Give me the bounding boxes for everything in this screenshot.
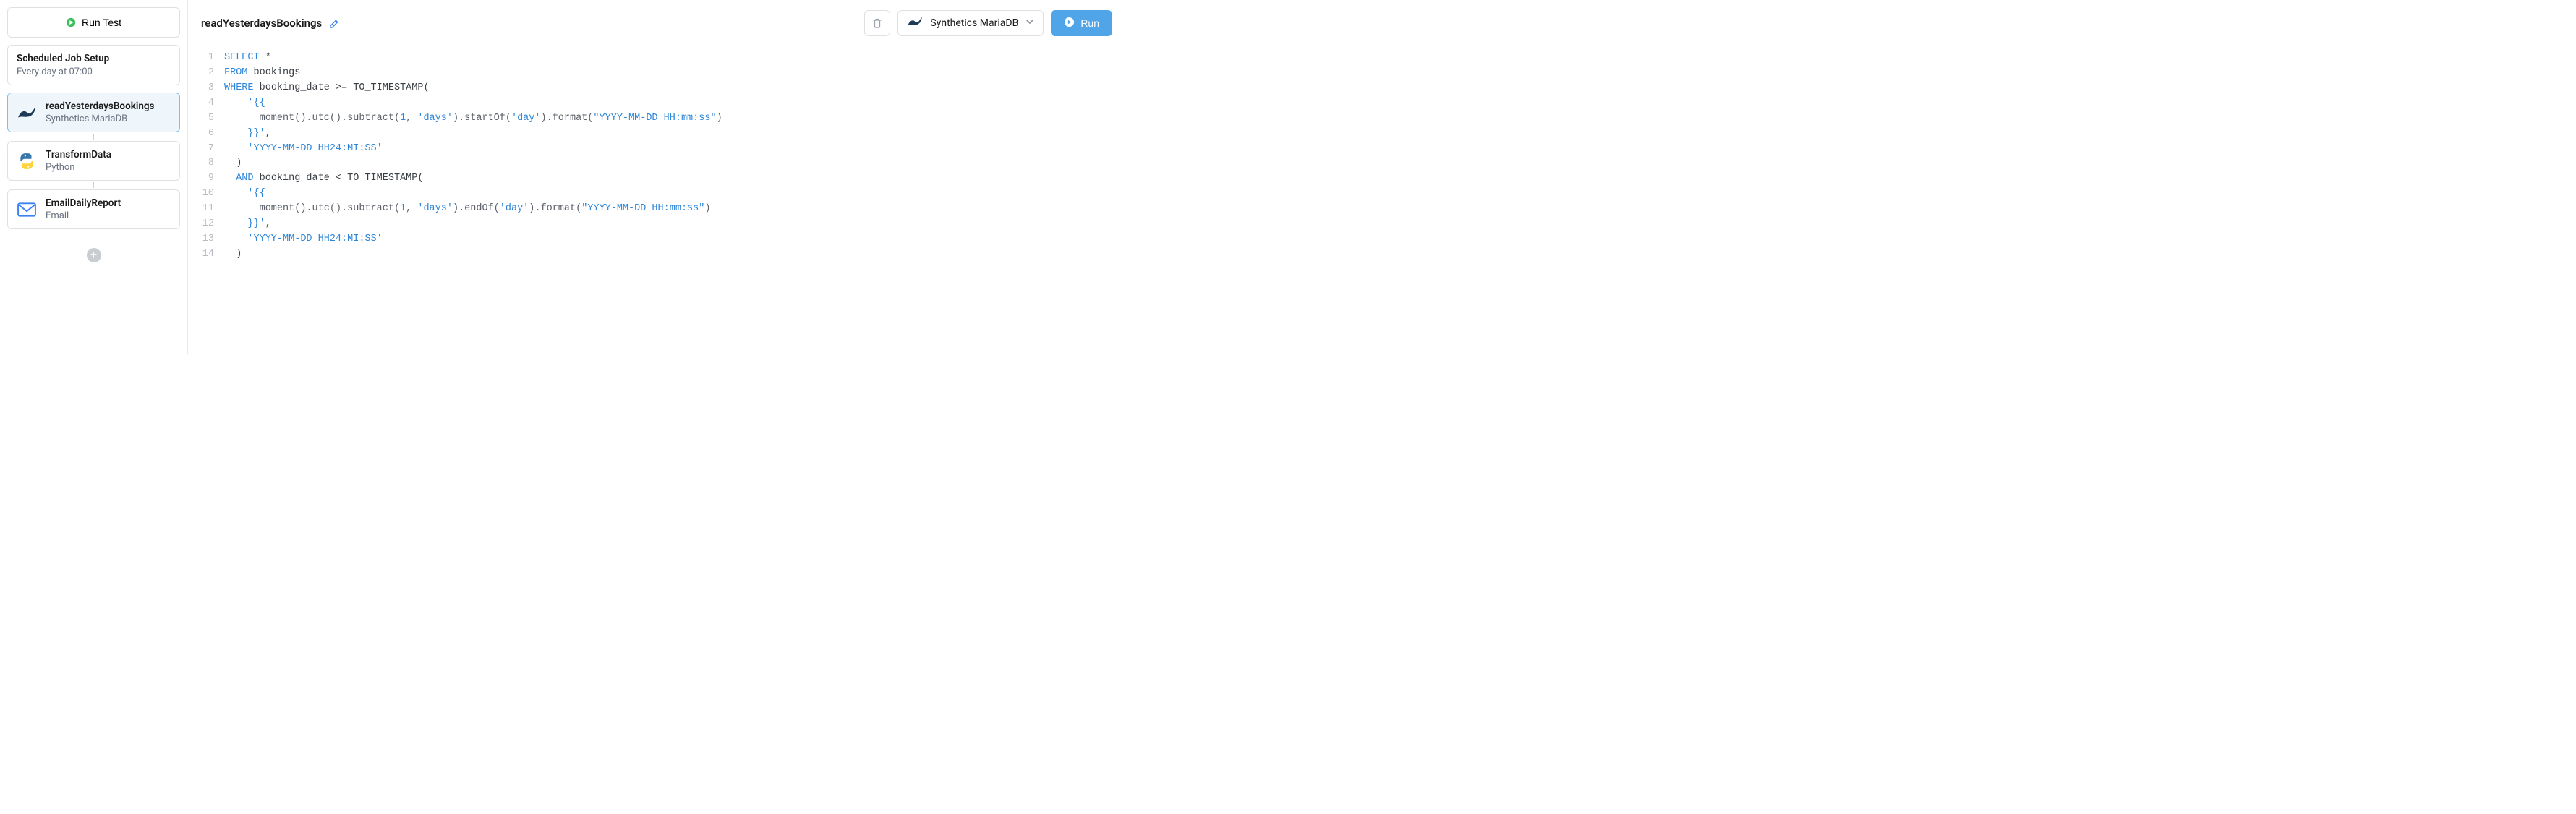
line-number: 5 [201,111,224,127]
line-number: 7 [201,142,224,157]
code-content[interactable]: moment().utc().subtract(1, 'days').endOf… [224,202,710,217]
email-icon [17,200,37,220]
chevron-down-icon [1025,17,1034,29]
code-content[interactable]: FROM bookings [224,66,300,81]
step-card-transformdata[interactable]: TransformData Python [7,141,180,181]
line-number: 13 [201,232,224,247]
code-content[interactable]: '{{ [224,96,265,111]
run-button-label: Run [1080,17,1099,29]
code-line[interactable]: 9 AND booking_date < TO_TIMESTAMP( [201,171,1112,187]
code-line[interactable]: 3WHERE booking_date >= TO_TIMESTAMP( [201,81,1112,96]
code-content[interactable]: '{{ [224,187,265,202]
line-number: 2 [201,66,224,81]
step-card-emaildailyreport[interactable]: EmailDailyReportEmail [7,189,180,229]
run-test-label: Run Test [82,17,121,28]
steps-list: readYesterdaysBookingsSynthetics MariaDB… [7,93,180,236]
plus-icon: + [90,249,97,261]
line-number: 1 [201,51,224,66]
step-text: readYesterdaysBookingsSynthetics MariaDB [46,100,155,124]
code-content[interactable]: }}', [224,127,271,142]
code-content[interactable]: 'YYYY-MM-DD HH24:MI:SS' [224,232,383,247]
database-select[interactable]: Synthetics MariaDB [897,10,1044,36]
step-subtitle: Python [46,162,111,173]
query-title: readYesterdaysBookings [201,17,322,30]
topbar: readYesterdaysBookings Synthetics MariaD… [188,0,1125,43]
code-line[interactable]: 14 ) [201,247,1112,262]
add-step-button[interactable]: + [87,248,101,262]
code-editor[interactable]: 1SELECT *2FROM bookings3WHERE booking_da… [188,43,1125,354]
play-icon [66,17,76,27]
run-test-button[interactable]: Run Test [7,7,180,38]
sidebar: Run Test Scheduled Job Setup Every day a… [0,0,188,354]
code-content[interactable]: 'YYYY-MM-DD HH24:MI:SS' [224,142,383,157]
app-root: Run Test Scheduled Job Setup Every day a… [0,0,1125,354]
delete-button[interactable] [864,10,890,36]
schedule-title: Scheduled Job Setup [17,53,171,64]
step-text: EmailDailyReportEmail [46,197,121,221]
step-connector [93,182,94,188]
run-query-button[interactable]: Run [1051,10,1112,36]
step-text: TransformData Python [46,149,111,173]
code-content[interactable]: WHERE booking_date >= TO_TIMESTAMP( [224,81,430,96]
code-line[interactable]: 4 '{{ [201,96,1112,111]
schedule-sub: Every day at 07:00 [17,67,171,77]
code-line[interactable]: 7 'YYYY-MM-DD HH24:MI:SS' [201,142,1112,157]
code-content[interactable]: moment().utc().subtract(1, 'days').start… [224,111,722,127]
mariadb-icon [17,103,37,123]
step-subtitle: Synthetics MariaDB [46,113,155,124]
code-content[interactable]: ) [224,247,242,262]
step-title: readYesterdaysBookings [46,100,155,112]
line-number: 4 [201,96,224,111]
play-circle-icon [1064,17,1075,30]
code-content[interactable]: ) [224,156,242,171]
line-number: 10 [201,187,224,202]
code-line[interactable]: 11 moment().utc().subtract(1, 'days').en… [201,202,1112,217]
code-line[interactable]: 13 'YYYY-MM-DD HH24:MI:SS' [201,232,1112,247]
code-content[interactable]: }}', [224,217,271,232]
trash-icon [871,17,883,29]
line-number: 8 [201,156,224,171]
step-title: TransformData [46,149,111,160]
schedule-card[interactable]: Scheduled Job Setup Every day at 07:00 [7,45,180,85]
database-select-label: Synthetics MariaDB [930,17,1018,29]
code-line[interactable]: 12 }}', [201,217,1112,232]
step-card-readyesterdaysbookings[interactable]: readYesterdaysBookingsSynthetics MariaDB [7,93,180,132]
python-icon [17,151,37,171]
line-number: 9 [201,171,224,187]
step-connector [93,134,94,140]
line-number: 6 [201,127,224,142]
main-panel: readYesterdaysBookings Synthetics MariaD… [188,0,1125,354]
line-number: 3 [201,81,224,96]
code-line[interactable]: 5 moment().utc().subtract(1, 'days').sta… [201,111,1112,127]
step-subtitle: Email [46,210,121,221]
code-line[interactable]: 2FROM bookings [201,66,1112,81]
mariadb-icon [907,17,923,30]
line-number: 11 [201,202,224,217]
line-number: 14 [201,247,224,262]
edit-title-icon[interactable] [329,18,340,29]
code-content[interactable]: SELECT * [224,51,271,66]
code-line[interactable]: 10 '{{ [201,187,1112,202]
code-line[interactable]: 6 }}', [201,127,1112,142]
line-number: 12 [201,217,224,232]
code-content[interactable]: AND booking_date < TO_TIMESTAMP( [224,171,423,187]
step-title: EmailDailyReport [46,197,121,209]
code-line[interactable]: 1SELECT * [201,51,1112,66]
code-line[interactable]: 8 ) [201,156,1112,171]
